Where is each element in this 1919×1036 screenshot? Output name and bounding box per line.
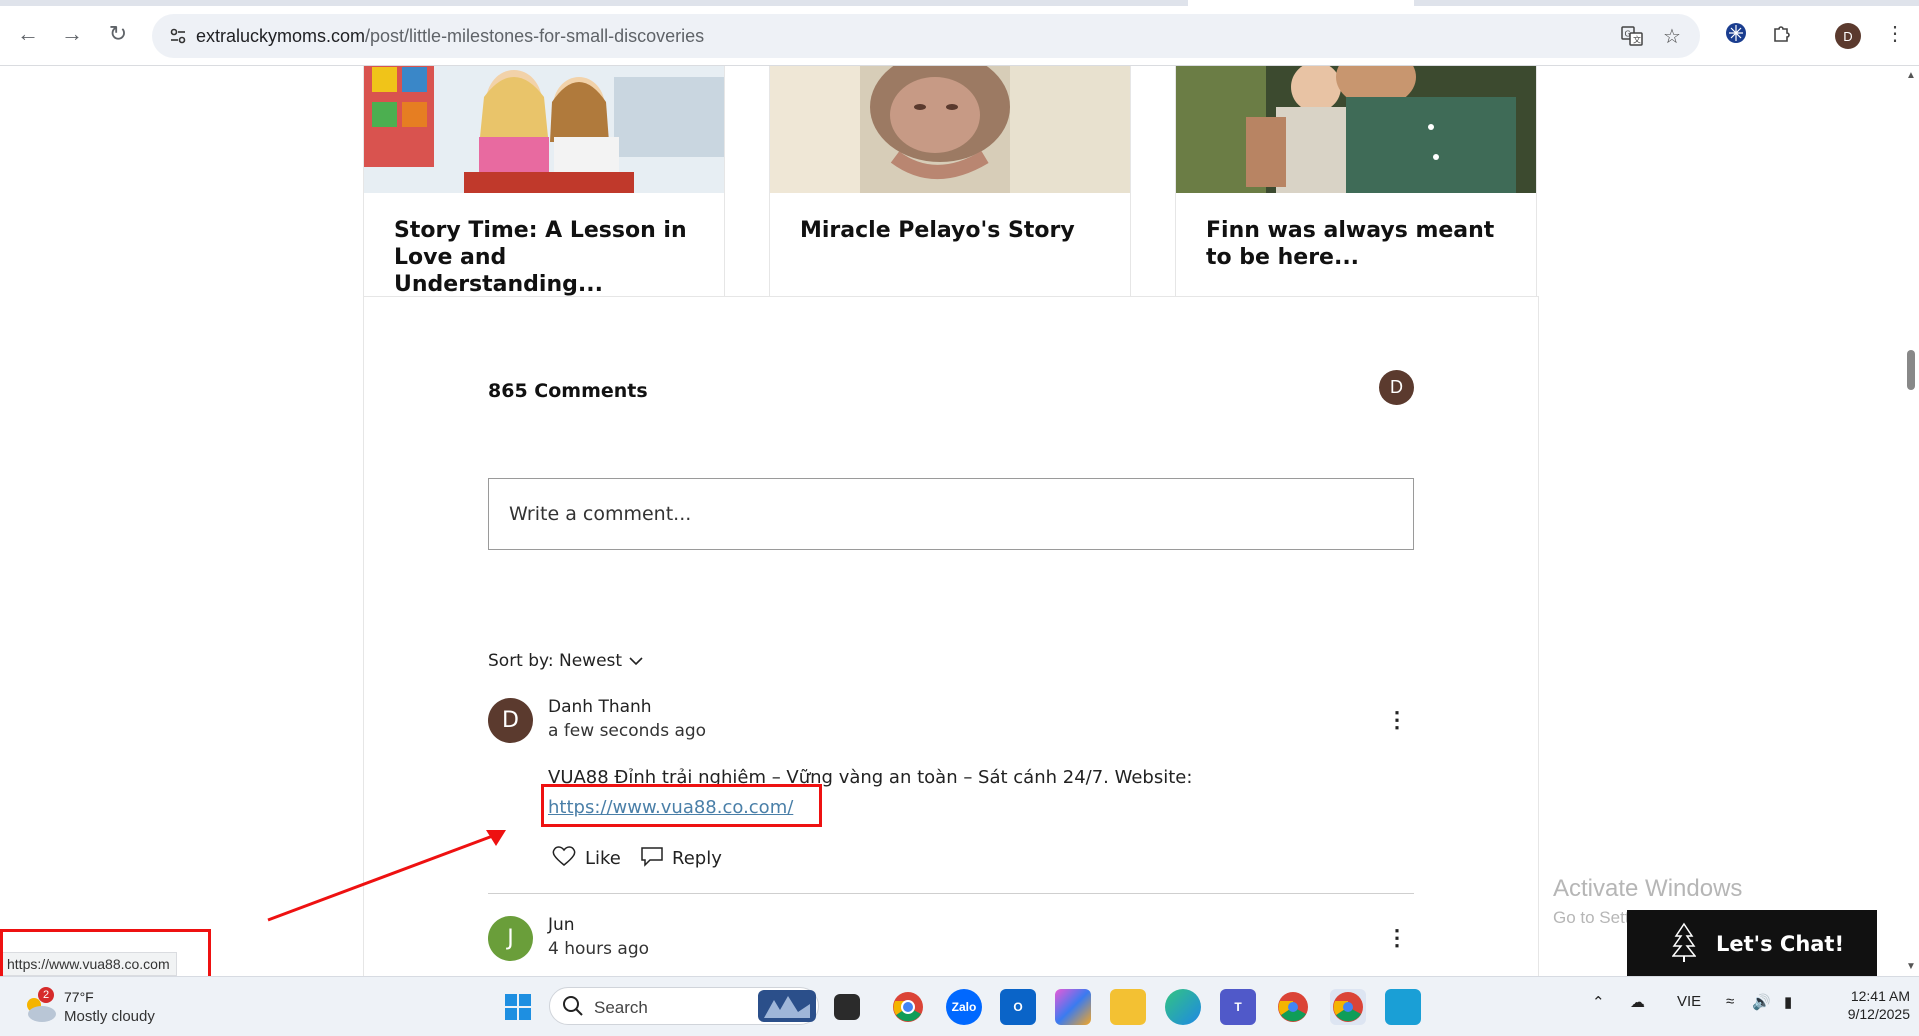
chat-widget-button[interactable]: Let's Chat! [1627,910,1877,978]
scrollbar-thumb[interactable] [1907,350,1915,390]
chevron-down-icon [628,651,644,671]
post-thumbnail [364,66,724,193]
chrome-profile-l-icon[interactable] [1275,989,1311,1025]
extensions-puzzle-icon[interactable] [1767,18,1797,48]
chat-widget-label: Let's Chat! [1716,932,1845,956]
more-options-icon[interactable]: ⋮ [1386,706,1408,734]
related-post-title[interactable]: Finn was always meant to be here... [1206,217,1506,271]
post-thumbnail [1176,66,1536,193]
show-hidden-icons-icon[interactable]: ⌃ [1592,993,1605,1011]
related-post-title[interactable]: Miracle Pelayo's Story [800,217,1100,244]
more-options-icon[interactable]: ⋮ [1386,924,1408,952]
edge-icon[interactable] [1165,989,1201,1025]
profile-avatar[interactable]: D [1835,23,1861,49]
scroll-down-icon[interactable]: ▼ [1906,961,1916,972]
reply-icon [640,845,664,872]
reply-label: Reply [672,848,722,869]
like-button[interactable]: Like [551,845,621,872]
comment-author-name[interactable]: Danh Thanh [548,697,652,717]
reply-button[interactable]: Reply [640,845,722,872]
heart-icon [551,845,577,872]
search-highlight-icon [758,990,816,1027]
bookmark-star-icon[interactable]: ☆ [1658,22,1686,50]
windows-taskbar: 2 77°F Mostly cloudy Search Zalo O T ⌃ ☁… [0,976,1919,1036]
forward-icon[interactable]: → [54,16,90,52]
weather-temperature: 77°F [64,989,94,1005]
battery-icon[interactable]: ▮ [1784,993,1792,1011]
extension-globe-icon[interactable] [1721,18,1751,48]
file-explorer-icon[interactable] [1110,989,1146,1025]
system-clock[interactable]: 12:41 AM 9/12/2025 [1820,987,1910,1023]
activation-watermark-title: Activate Windows [1553,875,1743,902]
copilot-icon[interactable] [1055,989,1091,1025]
search-icon [562,995,584,1022]
language-indicator[interactable]: VIE [1677,993,1701,1010]
menu-kebab-icon[interactable]: ⋮ [1880,18,1910,48]
active-tab[interactable] [1188,0,1414,6]
taskbar-search-label: Search [594,998,648,1017]
viewer-avatar[interactable]: D [1379,370,1414,405]
chrome-icon[interactable] [890,989,926,1025]
back-icon[interactable]: ← [10,16,46,52]
sort-dropdown[interactable]: Sort by: Newest [488,651,644,671]
url-text: extraluckymoms.com/post/little-milestone… [196,26,704,47]
related-post-title[interactable]: Story Time: A Lesson in Love and Underst… [394,217,694,298]
zalo-icon[interactable]: Zalo [946,989,982,1025]
notepad-icon[interactable] [1385,989,1421,1025]
svg-text:G: G [1625,30,1631,39]
page-scrollbar[interactable]: ▲ ▼ [1902,66,1919,976]
browser-toolbar: ← → ↻ extraluckymoms.com/post/little-mil… [0,0,1919,66]
post-thumbnail [770,66,1130,193]
volume-icon[interactable]: 🔊 [1752,993,1771,1011]
comment-timestamp: 4 hours ago [548,939,650,959]
related-post-card[interactable]: Story Time: A Lesson in Love and Underst… [363,66,725,324]
reload-icon[interactable]: ↻ [100,16,136,52]
comment-input[interactable]: Write a comment... [488,478,1414,550]
comments-count: 865 Comments [488,380,648,402]
weather-widget[interactable]: 2 77°F Mostly cloudy [22,987,172,1029]
clock-date: 9/12/2025 [1847,1006,1910,1022]
weather-condition: Mostly cloudy [64,1008,155,1025]
comment-author-avatar[interactable]: D [488,698,533,743]
sort-label: Sort by: Newest [488,651,623,671]
url-path: /post/little-milestones-for-small-discov… [365,26,705,46]
weather-badge: 2 [38,987,54,1003]
task-view-icon[interactable] [834,994,860,1020]
outlook-icon[interactable]: O [1000,989,1036,1025]
teams-icon[interactable]: T [1220,989,1256,1025]
translate-icon[interactable]: G文 [1618,22,1646,50]
wifi-icon[interactable]: ≈ [1726,993,1734,1010]
annotation-highlight-link [541,784,822,827]
like-label: Like [585,848,621,869]
related-post-card[interactable]: Finn was always meant to be here... [1175,66,1537,324]
svg-text:文: 文 [1633,35,1641,45]
comment-author-name[interactable]: Jun [548,915,575,935]
tree-icon [1671,922,1697,967]
related-post-card[interactable]: Miracle Pelayo's Story [769,66,1131,324]
scroll-up-icon[interactable]: ▲ [1906,70,1916,81]
taskbar-search[interactable]: Search [549,987,819,1025]
tab-strip [0,0,1919,6]
windows-start-icon[interactable] [500,989,536,1025]
clock-time: 12:41 AM [1850,988,1910,1004]
address-bar[interactable]: extraluckymoms.com/post/little-milestone… [152,14,1700,58]
chrome-profile-d-icon[interactable] [1330,989,1366,1025]
onedrive-icon[interactable]: ☁ [1630,993,1645,1011]
comment-divider [488,893,1414,894]
url-domain: extraluckymoms.com [196,26,366,46]
site-info-icon[interactable] [162,20,194,52]
comment-timestamp: a few seconds ago [548,721,707,741]
annotation-arrow [267,830,506,922]
